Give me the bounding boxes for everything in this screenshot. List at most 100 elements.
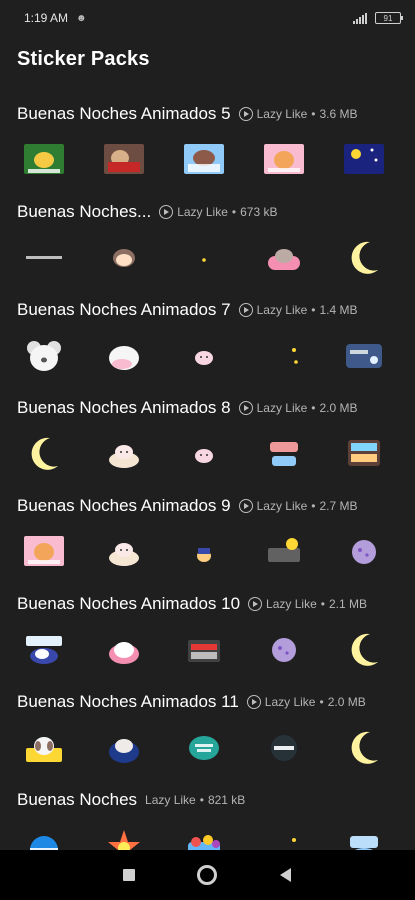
moon-sticker <box>340 626 388 674</box>
sticker-preview-row <box>0 132 415 188</box>
bear-blanket-sticker <box>100 136 148 184</box>
bunny-blanket-sticker <box>100 626 148 674</box>
pack-author: Lazy Like <box>256 107 308 121</box>
sticker-pack-row[interactable]: Buenas Noches Animados 5 Lazy Like • 3.6 MB <box>0 96 415 194</box>
pack-meta: Lazy Like • 2.7 MB <box>238 499 358 513</box>
sleeping-girl-sticker <box>180 136 228 184</box>
blue-globe-sticker <box>20 822 68 850</box>
text-sticker <box>20 234 68 282</box>
dog-sticker <box>20 724 68 772</box>
separator-dot: • <box>231 205 237 219</box>
white-bear-sticker <box>100 332 148 380</box>
pack-meta: Lazy Like • 2.1 MB <box>248 597 367 611</box>
pink-bunny-sticker <box>260 136 308 184</box>
pack-header: Buenas Noches... Lazy Like • 673 kB <box>0 194 415 230</box>
sticker-preview-row <box>0 818 415 850</box>
pack-size: 2.7 MB <box>319 499 358 513</box>
pack-author: Lazy Like <box>256 401 308 415</box>
pack-header: Buenas Noches Animados 11 Lazy Like • 2.0 M… <box>0 684 415 720</box>
square-icon <box>123 869 136 881</box>
small-star-sticker <box>180 234 228 282</box>
pack-header: Buenas Noches Lazy Like • 821 kB <box>0 782 415 818</box>
back-triangle-icon <box>280 868 292 882</box>
pack-name: Buenas Noches Animados 7 <box>17 300 231 319</box>
moon-sticker <box>340 724 388 772</box>
sticker-pack-row[interactable]: Buenas Noches Lazy Like • 821 kB <box>0 782 415 850</box>
pack-meta: Lazy Like • 1.4 MB <box>238 303 358 317</box>
moon-sticker <box>340 234 388 282</box>
status-bar: 1:19 AM ☻ 91 <box>0 0 415 36</box>
status-left: 1:19 AM ☻ <box>24 11 87 25</box>
sticker-preview-row <box>0 426 415 482</box>
pink-bunny-sticker <box>20 528 68 576</box>
pack-header: Buenas Noches Animados 5 Lazy Like • 3.6 MB <box>0 96 415 132</box>
good-night-bubble-sticker <box>180 724 228 772</box>
pack-size: 2.0 MB <box>327 695 366 709</box>
cat-bed-sticker <box>100 430 148 478</box>
sticker-pack-row[interactable]: Buenas Noches Animados 11 Lazy Like • 2.0 M… <box>0 684 415 782</box>
sticker-pack-row[interactable]: Buenas Noches Animados 10 Lazy Like • 2.1 M… <box>0 586 415 684</box>
sticker-pack-list[interactable]: Buenas Noches Animados 5 Lazy Like • 3.6 MB… <box>0 96 415 850</box>
animated-play-icon <box>159 205 174 219</box>
pink-mochi-sticker <box>180 332 228 380</box>
animated-play-icon <box>238 303 253 317</box>
pack-name: Buenas Noches Animados 8 <box>17 398 231 417</box>
recent-apps-button[interactable] <box>117 863 141 887</box>
sticker-pack-row[interactable]: Buenas Noches... Lazy Like • 673 kB <box>0 194 415 292</box>
pack-author: Lazy Like <box>256 303 308 317</box>
pack-meta: Lazy Like • 3.6 MB <box>238 107 358 121</box>
sticker-preview-row <box>0 720 415 776</box>
pack-size: 821 kB <box>207 793 246 807</box>
pack-name: Buenas Noches Animados 11 <box>17 692 239 711</box>
pack-header: Buenas Noches Animados 7 Lazy Like • 1.4 MB <box>0 292 415 328</box>
animated-play-icon <box>238 401 253 415</box>
separator-dot: • <box>311 401 316 415</box>
animated-play-icon <box>238 107 253 121</box>
battery-icon: 91 <box>375 12 403 24</box>
separator-dot: • <box>311 303 316 317</box>
pack-meta: Lazy Like • 2.0 MB <box>238 401 358 415</box>
moon-stars-sticker <box>260 332 308 380</box>
animated-play-icon <box>246 695 261 709</box>
home-button[interactable] <box>195 863 219 887</box>
sticker-preview-row <box>0 328 415 384</box>
brown-sign-sticker <box>340 430 388 478</box>
pink-mochi-sticker <box>180 430 228 478</box>
bed-sticker <box>180 626 228 674</box>
pack-header: Buenas Noches Animados 8 Lazy Like • 2.0 MB <box>0 390 415 426</box>
pack-size: 673 kB <box>240 205 278 219</box>
pack-author: Lazy Like <box>266 597 317 611</box>
purple-moon-sticker <box>260 626 308 674</box>
navigation-bar <box>0 850 415 900</box>
sticker-pack-row[interactable]: Buenas Noches Animados 8 Lazy Like • 2.0 MB <box>0 390 415 488</box>
separator-dot: • <box>311 107 316 121</box>
good-night-text-sticker <box>260 430 308 478</box>
pack-name: Buenas Noches Animados 10 <box>17 594 241 613</box>
cat-pillow-sticker <box>260 234 308 282</box>
pack-meta: Lazy Like • 673 kB <box>159 205 277 219</box>
pack-size: 2.1 MB <box>328 597 367 611</box>
circle-icon <box>197 865 218 885</box>
cartoon-group-sticker <box>180 822 228 850</box>
pack-header: Buenas Noches Animados 10 Lazy Like • 2.1 M… <box>0 586 415 622</box>
sticker-preview-row <box>0 524 415 580</box>
sticker-pack-row[interactable]: Buenas Noches Animados 9 Lazy Like • 2.7 MB <box>0 488 415 586</box>
night-text-sticker <box>260 528 308 576</box>
small-pet-sticker <box>180 528 228 576</box>
yellow-cat-sticker <box>20 136 68 184</box>
pack-author: Lazy Like <box>256 499 308 513</box>
sticker-preview-row <box>0 622 415 678</box>
animated-play-icon <box>248 597 263 611</box>
sticker-pack-row[interactable]: Buenas Noches Animados 7 Lazy Like • 1.4 MB <box>0 292 415 390</box>
back-button[interactable] <box>274 863 298 887</box>
pack-author: Lazy Like <box>145 793 196 807</box>
separator-dot: • <box>311 499 316 513</box>
page-title: Sticker Packs <box>17 48 150 70</box>
pack-size: 2.0 MB <box>319 401 358 415</box>
status-right: 91 <box>353 12 403 24</box>
notification-icon: ☻ <box>76 12 87 24</box>
separator-dot: • <box>199 793 204 807</box>
battery-level: 91 <box>383 13 393 23</box>
pack-meta: Lazy Like • 821 kB <box>145 793 245 807</box>
pack-header: Buenas Noches Animados 9 Lazy Like • 2.7 MB <box>0 488 415 524</box>
